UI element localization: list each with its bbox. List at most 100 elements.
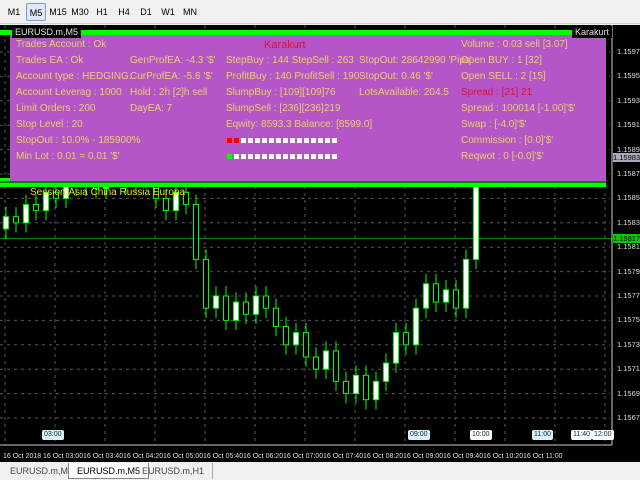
timeframe-m1-button[interactable]: M1 bbox=[4, 3, 24, 21]
bear-candle bbox=[163, 197, 169, 212]
bull-candle bbox=[423, 283, 429, 309]
bear-candle bbox=[363, 374, 369, 401]
bear-candle bbox=[33, 204, 39, 212]
bear-candle bbox=[283, 326, 289, 346]
time-marker: 11:00 bbox=[532, 430, 553, 440]
bear-candle bbox=[433, 283, 439, 303]
timeframe-m5-button[interactable]: M5 bbox=[26, 3, 46, 21]
buy-progress-square bbox=[276, 138, 281, 143]
session-text: Session:Asia China Russia Europa bbox=[30, 187, 186, 198]
bull-candle bbox=[393, 332, 399, 364]
panel-col5-line: Volume : 0.03 sell [3.07] bbox=[461, 39, 568, 50]
buy-progress-square bbox=[241, 138, 246, 143]
price-tick-label: 1.15710 bbox=[617, 364, 640, 374]
timeframe-h4-button[interactable]: H4 bbox=[114, 3, 134, 21]
price-tick-label: 1.15770 bbox=[617, 291, 640, 300]
timeframe-d1-button[interactable]: D1 bbox=[136, 3, 156, 21]
sell-progress-square bbox=[276, 154, 281, 159]
panel-col5-line: Commission : [0.0]'$' bbox=[461, 135, 554, 146]
price-tick-label: 1.15810 bbox=[617, 242, 640, 252]
panel-col5-line: Swap : [-4.0]'$' bbox=[461, 119, 527, 130]
timeframe-mn-button[interactable]: MN bbox=[180, 3, 200, 21]
time-tick-label: 16 Oct 03:40 bbox=[83, 453, 124, 460]
chart-tab[interactable]: EURUSD.m,H1 bbox=[134, 463, 214, 479]
buy-progress-square bbox=[234, 138, 239, 143]
sell-progress-square bbox=[332, 154, 337, 159]
time-tick-label: 16 Oct 11:00 bbox=[523, 453, 563, 460]
panel-col3-line: SlumpSell : [236][236]219 bbox=[226, 103, 341, 114]
buy-progress-square bbox=[297, 138, 302, 143]
bear-candle bbox=[193, 204, 199, 260]
buy-progress-square bbox=[227, 138, 232, 143]
bear-candle bbox=[343, 380, 349, 395]
buy-progress-square bbox=[262, 138, 267, 143]
panel-col1-line: Limit Orders : 200 bbox=[16, 103, 96, 114]
panel-col3-line: SlumpBuy : [109][109]76 bbox=[226, 87, 336, 98]
sell-progress-square bbox=[297, 154, 302, 159]
bull-candle bbox=[213, 295, 219, 309]
bull-candle bbox=[443, 289, 449, 303]
price-tick-label: 1.15970 bbox=[617, 47, 640, 56]
panel-col2-line: Hold : 2h [2]h sell bbox=[130, 87, 208, 98]
panel-col2-line: CurProfEA: -5.6 '$' bbox=[130, 71, 213, 82]
chart-window-title: EURUSD.m,M5 bbox=[12, 26, 82, 38]
panel-title: Karakurt bbox=[264, 39, 306, 51]
sell-progress-square bbox=[269, 154, 274, 159]
bear-candle bbox=[223, 295, 229, 321]
bull-candle bbox=[353, 374, 359, 395]
time-tick-label: 16 Oct 10:20 bbox=[483, 453, 524, 460]
bull-candle bbox=[463, 258, 469, 309]
price-tick-label: 1.15850 bbox=[617, 193, 640, 203]
panel-col2-line: GenProfEA: -4.3 '$' bbox=[130, 55, 216, 66]
panel-col1-line: Trades EA : Ok bbox=[16, 55, 84, 66]
timeframe-h1-button[interactable]: H1 bbox=[92, 3, 112, 21]
bull-candle bbox=[293, 332, 299, 346]
panel-col5-line: Spread : [21] 21 bbox=[461, 87, 533, 98]
sell-progress-square bbox=[241, 154, 246, 159]
panel-col1-line: Trades Account : Ok bbox=[16, 39, 107, 50]
panel-col3-line: ProfitBuy : 140 ProfitSell : 190 bbox=[226, 71, 360, 82]
buy-progress-square bbox=[290, 138, 295, 143]
time-tick-label: 16 Oct 06:20 bbox=[243, 453, 284, 460]
price-tick-label: 1.15750 bbox=[617, 315, 640, 325]
time-tick-label: 16 Oct 07:40 bbox=[323, 453, 364, 460]
sell-progress-square bbox=[227, 154, 232, 159]
buy-progress-square bbox=[248, 138, 253, 143]
time-marker: 11:40 bbox=[571, 430, 592, 440]
chart-window[interactable]: Karakurt Trades Account : Ok Trades EA : O… bbox=[0, 25, 640, 462]
sell-progress-square bbox=[283, 154, 288, 159]
time-tick-label: 16 Oct 05:40 bbox=[203, 453, 244, 460]
panel-col5-line: Open BUY : 1 [32] bbox=[461, 55, 542, 66]
buy-progress-square bbox=[325, 138, 330, 143]
buy-progress-square bbox=[304, 138, 309, 143]
price-tick-label: 1.15930 bbox=[617, 95, 640, 105]
sell-progress-square bbox=[248, 154, 253, 159]
bear-candle bbox=[263, 295, 269, 309]
panel-col4-line: StopOut: 0.46 '$' bbox=[359, 71, 433, 82]
timeframe-m15-button[interactable]: M15 bbox=[48, 3, 68, 21]
timeframe-w1-button[interactable]: W1 bbox=[158, 3, 178, 21]
buy-progress-square bbox=[332, 138, 337, 143]
price-tick-label: 1.15730 bbox=[617, 339, 640, 349]
time-tick-label: 16 Oct 05:00 bbox=[163, 453, 204, 460]
price-tick-label: 1.15690 bbox=[617, 388, 640, 398]
time-tick-label: 16 Oct 2018 bbox=[3, 453, 42, 460]
bull-candle bbox=[233, 301, 239, 321]
bear-candle bbox=[333, 350, 339, 382]
bull-candle bbox=[373, 380, 379, 401]
panel-col5-line: Open SELL : 2 [15] bbox=[461, 71, 546, 82]
sell-progress-square bbox=[290, 154, 295, 159]
timeframe-m30-button[interactable]: M30 bbox=[70, 3, 90, 21]
bear-candle bbox=[313, 356, 319, 370]
time-tick-label: 16 Oct 03:00 bbox=[43, 453, 84, 460]
price-tick-label: 1.15670 bbox=[617, 413, 640, 422]
time-tick-label: 16 Oct 09:40 bbox=[443, 453, 484, 460]
buy-progress-square bbox=[283, 138, 288, 143]
time-tick-label: 16 Oct 08:20 bbox=[363, 453, 404, 460]
panel-col5-line: Reqwot : 0 [-0.0]'$' bbox=[461, 151, 544, 162]
buy-progress-square bbox=[269, 138, 274, 143]
panel-col1-line: Stop Level : 20 bbox=[16, 119, 83, 130]
time-marker: 09:00 bbox=[408, 430, 430, 440]
price-tick-label: 1.15910 bbox=[617, 120, 640, 130]
panel-col1-line: StopOut : 10.0% - 185900% bbox=[16, 135, 141, 146]
